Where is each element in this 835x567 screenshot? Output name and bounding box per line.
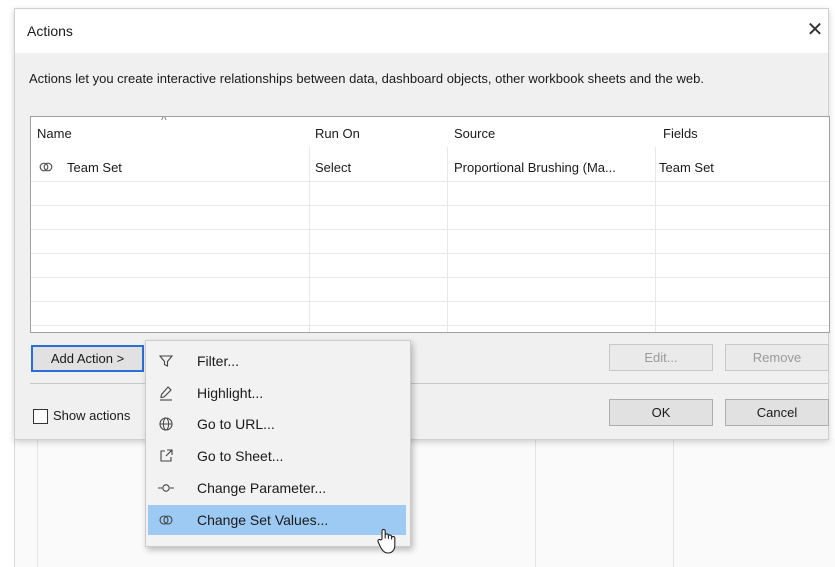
- table-row: [31, 253, 829, 278]
- row-name: Team Set: [67, 160, 122, 175]
- column-header-run-on[interactable]: Run On: [315, 126, 360, 141]
- table-row: [31, 229, 829, 254]
- menu-item-label: Filter...: [197, 353, 240, 369]
- menu-item-filter[interactable]: Filter...: [148, 346, 406, 376]
- ok-button[interactable]: OK: [609, 399, 713, 426]
- actions-table[interactable]: ^ Name Run On Source Fields Team Set Sel…: [30, 116, 830, 333]
- column-header-source[interactable]: Source: [454, 126, 495, 141]
- row-run-on: Select: [315, 160, 352, 175]
- row-fields: Team Set: [659, 160, 714, 175]
- dialog-title: Actions: [27, 23, 73, 39]
- menu-item-go-to-url[interactable]: Go to URL...: [148, 409, 406, 439]
- sort-ascending-icon[interactable]: ^: [161, 117, 167, 127]
- remove-button[interactable]: Remove: [725, 344, 829, 371]
- background-gridline: [673, 438, 674, 567]
- table-row: [31, 301, 829, 326]
- close-icon[interactable]: ✕: [803, 18, 827, 42]
- go-to-sheet-icon: [160, 449, 173, 462]
- show-actions-label[interactable]: Show actions: [53, 408, 130, 423]
- dialog-titlebar: Actions ✕: [15, 9, 828, 53]
- mouse-pointer-icon: [377, 528, 396, 554]
- menu-item-go-to-sheet[interactable]: Go to Sheet...: [148, 441, 406, 471]
- menu-item-change-set-values[interactable]: Change Set Values...: [148, 505, 406, 535]
- show-actions-checkbox[interactable]: [33, 409, 48, 424]
- column-header-name[interactable]: Name: [37, 126, 72, 141]
- background-gridline: [535, 438, 536, 567]
- table-row[interactable]: Team Set Select Proportional Brushing (M…: [31, 157, 829, 182]
- row-source: Proportional Brushing (Ma...: [454, 160, 616, 175]
- dialog-description: Actions let you create interactive relat…: [29, 71, 704, 86]
- cancel-button[interactable]: Cancel: [725, 399, 829, 426]
- add-action-menu: Filter... Highlight... Go to URL... Go t…: [145, 340, 411, 547]
- change-set-icon: [159, 515, 173, 525]
- menu-item-label: Change Set Values...: [197, 512, 329, 528]
- menu-item-label: Go to Sheet...: [197, 448, 284, 464]
- globe-icon: [159, 417, 173, 431]
- highlight-icon: [160, 386, 172, 401]
- table-row: [31, 277, 829, 302]
- edit-button[interactable]: Edit...: [609, 344, 713, 371]
- change-parameter-icon: [158, 484, 174, 492]
- table-row: [31, 181, 829, 206]
- menu-item-highlight[interactable]: Highlight...: [148, 378, 406, 408]
- add-action-button[interactable]: Add Action >: [31, 345, 144, 372]
- background-sheet: [14, 438, 835, 567]
- actions-dialog: Actions ✕ Actions let you create interac…: [14, 8, 830, 440]
- column-header-fields[interactable]: Fields: [663, 126, 698, 141]
- background-gridline: [37, 438, 38, 567]
- menu-item-label: Go to URL...: [197, 416, 275, 432]
- filter-icon: [158, 355, 174, 367]
- change-set-icon: [39, 162, 53, 172]
- menu-item-label: Highlight...: [197, 385, 264, 401]
- menu-item-change-parameter[interactable]: Change Parameter...: [148, 473, 406, 503]
- menu-item-label: Change Parameter...: [197, 480, 327, 496]
- table-row: [31, 205, 829, 230]
